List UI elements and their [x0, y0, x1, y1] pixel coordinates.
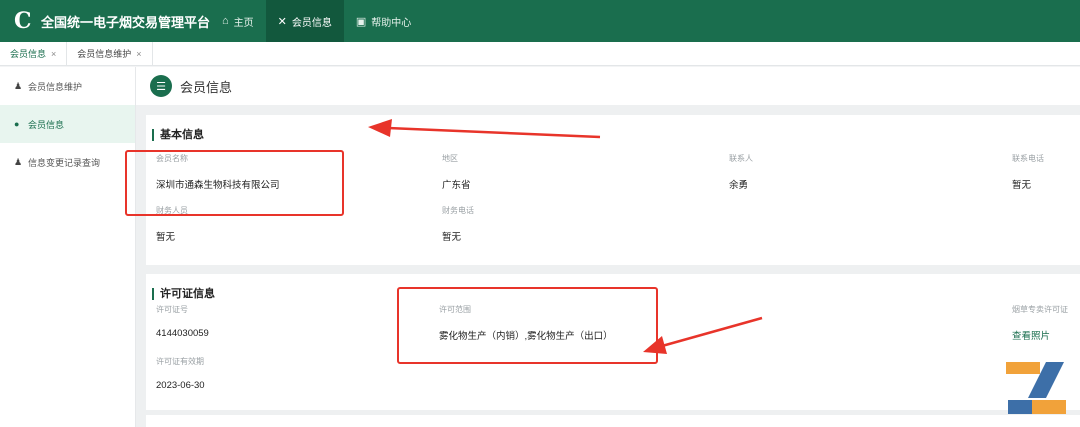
brand[interactable]: C 全国统一电子烟交易管理平台: [0, 8, 210, 34]
field-license-expiry: 许可证有效期 2023-06-30: [156, 356, 205, 391]
field-value: 余勇: [729, 180, 749, 191]
field-value: 广东省: [442, 180, 471, 191]
top-navbar: C 全国统一电子烟交易管理平台 ⌂ 主页 ✕ 会员信息 ▣ 帮助中心: [0, 0, 1080, 42]
sidebar-item-label: 会员信息: [28, 119, 65, 130]
sidebar: ♟ 会员信息维护 ● 会员信息 ♟ 信息变更记录查询: [0, 67, 136, 427]
field-value: 暂无: [1012, 180, 1032, 191]
section-title-basic-info: 基本信息: [152, 129, 204, 141]
user-icon: ♟: [14, 80, 23, 91]
field-phone: 联系电话 暂无: [1012, 153, 1044, 191]
brand-name: 全国统一电子烟交易管理平台: [40, 14, 210, 30]
sidebar-item-label: 信息变更记录查询: [28, 157, 101, 168]
page-header: ☰ 会员信息: [136, 67, 1080, 105]
tab-label: 会员信息: [10, 49, 47, 59]
nav-item-label: 帮助中心: [371, 17, 412, 29]
user-icon: ♟: [14, 156, 23, 167]
tab-member-maintenance[interactable]: 会员信息维护 ×: [67, 42, 153, 65]
member-icon: ✕: [277, 15, 287, 28]
field-label: 联系人: [729, 154, 753, 163]
member-info-icon: ☰: [150, 75, 172, 97]
sidebar-item-member-maintenance[interactable]: ♟ 会员信息维护: [0, 67, 135, 105]
watermark-logo: [1006, 362, 1066, 414]
close-icon[interactable]: ×: [51, 49, 56, 59]
tab-member-info[interactable]: 会员信息 ×: [0, 42, 68, 65]
nav-item-label: 会员信息: [291, 17, 332, 29]
field-value: 暂无: [156, 232, 176, 243]
bottom-card-edge: [146, 415, 1080, 427]
close-icon[interactable]: ×: [136, 49, 141, 59]
field-label: 烟草专卖许可证: [1012, 305, 1068, 314]
field-label: 联系电话: [1012, 154, 1044, 163]
field-contact: 联系人 余勇: [729, 153, 753, 191]
field-label: 地区: [442, 154, 458, 163]
view-photo-link[interactable]: 查看照片: [1012, 328, 1068, 342]
field-license-number: 许可证号 4144030059: [156, 304, 209, 339]
tab-bar: 会员信息 × 会员信息维护 ×: [0, 42, 1080, 66]
nav-item-help-center[interactable]: ▣ 帮助中心: [344, 0, 423, 42]
nav-item-member-info[interactable]: ✕ 会员信息: [265, 0, 344, 42]
sidebar-item-label: 会员信息维护: [28, 81, 83, 92]
field-tobacco-license: 烟草专卖许可证 查看照片: [1012, 304, 1068, 342]
main-nav: ⌂ 主页 ✕ 会员信息 ▣ 帮助中心: [210, 0, 423, 42]
main-content: ☰ 会员信息 基本信息 会员名称 深圳市通森生物科技有限公司 地区 广东省 联系…: [136, 67, 1080, 427]
annotation-box-company: [125, 150, 344, 216]
tab-label: 会员信息维护: [77, 49, 132, 59]
section-title-license-info: 许可证信息: [152, 288, 215, 300]
field-value: 暂无: [442, 232, 462, 243]
nav-item-label: 主页: [233, 17, 254, 29]
annotation-box-scope: [397, 287, 658, 364]
brand-logo: C: [14, 8, 32, 34]
field-label: 财务电话: [442, 206, 474, 215]
field-finance-phone: 财务电话 暂无: [442, 205, 474, 243]
home-icon: ⌂: [222, 15, 229, 27]
field-value: 2023-06-30: [156, 380, 205, 391]
sidebar-item-member-info[interactable]: ● 会员信息: [0, 105, 135, 143]
field-value: 4144030059: [156, 328, 209, 339]
field-region: 地区 广东省: [442, 153, 471, 191]
field-label: 许可证有效期: [156, 357, 204, 366]
sidebar-item-change-records[interactable]: ♟ 信息变更记录查询: [0, 143, 135, 181]
page-title: 会员信息: [180, 79, 233, 95]
field-label: 许可证号: [156, 305, 188, 314]
member-circle-icon: ●: [14, 119, 20, 129]
help-icon: ▣: [355, 15, 367, 28]
nav-item-home[interactable]: ⌂ 主页: [210, 0, 266, 42]
